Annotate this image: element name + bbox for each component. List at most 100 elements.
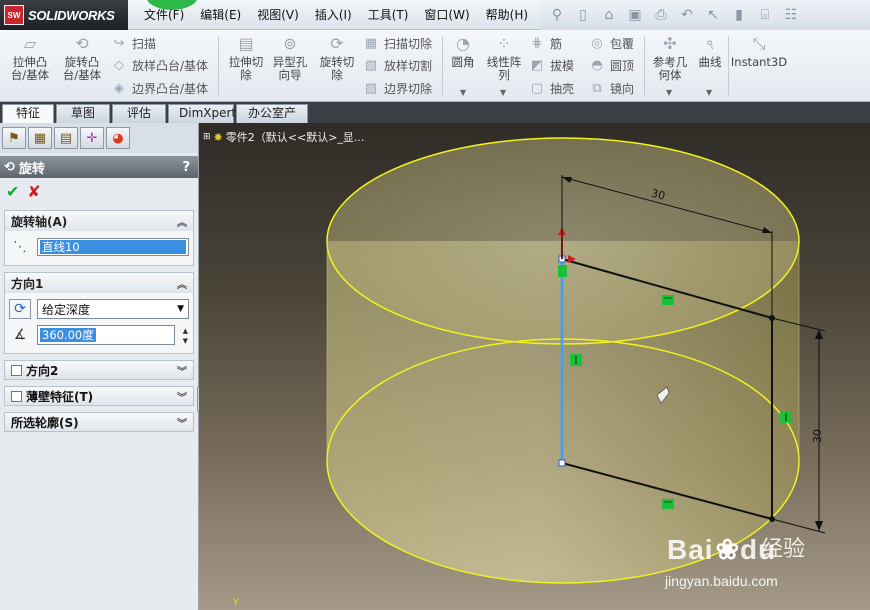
extrude-boss-icon: ▱ [23,34,37,53]
axis-selection-value: 直线10 [40,240,186,254]
menu-help[interactable]: 帮助(H) [478,0,536,30]
open-file-icon[interactable]: ⌂ [598,5,620,25]
axis-group-title: 旋转轴(A) [11,214,68,229]
loft-cut-label: 放样切割 [384,58,433,73]
undo-icon[interactable]: ↶ [676,5,698,25]
display-manager-tab-icon[interactable]: ◕ [106,127,130,149]
revolve-type-select[interactable]: 给定深度 ▼ [37,299,189,319]
mirror-button[interactable]: ⧉ 镜向 [588,78,634,98]
chevron-up-icon[interactable]: ︽ [177,276,187,291]
angle-input[interactable]: 360.00度 ▲ ▼ [37,325,188,345]
pin-icon[interactable]: ⚲ [546,5,568,25]
boundary-cut-button[interactable]: ▨ 边界切除 [362,78,432,98]
thin-feature-title: 薄壁特征(T) [26,389,94,404]
draft-icon: ◩ [530,57,544,73]
cancel-x-icon[interactable]: ✘ [27,182,40,201]
solidworks-logo[interactable]: SW SOLIDWORKS [0,0,128,30]
tab-dimxpert[interactable]: DimXpert [168,104,236,123]
menu-window[interactable]: 窗口(W) [416,0,477,30]
chevron-down-icon[interactable]: ︾ [177,363,187,378]
direction1-header[interactable]: 方向1 ︽ [5,273,193,293]
rib-button[interactable]: ⋕ 筋 [528,33,562,53]
wrap-icon: ◎ [591,35,603,51]
revolve-boss-button[interactable]: ⟲ 旋转凸 台/基体 [56,34,108,82]
revolve-cut-button[interactable]: ⟳ 旋转切 除 [311,34,363,82]
loft-cut-icon: ▧ [364,57,378,73]
chevron-up-icon[interactable]: ︽ [177,214,187,229]
standard-toolbar: ⚲ ▯ ⌂ ▣ ⎙ ↶ ↖ ▮ ⌺ ☷ [540,0,870,30]
revolve-feature-icon: ⟲ [4,159,15,175]
print-icon[interactable]: ⎙ [650,5,672,25]
sweep-cut-button[interactable]: ▦ 扫描切除 [362,33,432,53]
direction2-checkbox[interactable] [11,364,22,376]
tab-evaluate[interactable]: 评估 [112,104,166,123]
linear-pattern-button[interactable]: ⁘ 线性阵 列 [478,34,530,82]
tab-sketch[interactable]: 草图 [56,104,110,123]
baidu-watermark-text: 经验 [761,537,806,562]
chevron-down-icon[interactable]: ▼ [666,88,672,97]
options-icon[interactable]: ☷ [780,5,802,25]
dome-button[interactable]: ◓ 圆顶 [588,55,634,75]
loft-button[interactable]: ◇ 放样凸台/基体 [110,55,208,75]
file-properties-icon[interactable]: ⌺ [754,5,776,25]
shell-button[interactable]: ▢ 抽壳 [528,78,574,98]
dimxpert-manager-tab-icon[interactable]: ✛ [80,127,104,149]
ok-check-icon[interactable]: ✔ [6,182,19,201]
tab-office-products[interactable]: 办公室产品 [236,104,308,137]
menu-tools[interactable]: 工具(T) [360,0,417,30]
vertical-relation-icon [558,265,567,277]
boundary-boss-button[interactable]: ◈ 边界凸台/基体 [110,78,208,98]
chevron-down-icon[interactable]: ▼ [706,88,712,97]
extrude-boss-button[interactable]: ▱ 拉伸凸 台/基体 [4,34,56,82]
new-document-icon[interactable]: ▯ [572,5,594,25]
thin-feature-checkbox[interactable] [11,390,22,402]
fillet-label: 圆角 [451,55,475,69]
configuration-manager-tab-icon[interactable]: ▤ [54,127,78,149]
menu-insert[interactable]: 插入(I) [307,0,360,30]
thin-feature-group[interactable]: 薄壁特征(T) ︾ [4,386,194,406]
menu-edit[interactable]: 编辑(E) [192,0,249,30]
menu-view[interactable]: 视图(V) [249,0,307,30]
feature-manager-tab-icon[interactable]: ⚑ [2,127,26,149]
extrude-cut-label: 拉伸切 除 [228,55,264,82]
reference-geometry-icon: ✣ [663,34,677,53]
selected-contours-group[interactable]: 所选轮廓(S) ︾ [4,412,194,432]
ok-cancel-bar: ✔ ✘ [0,178,198,204]
draft-button[interactable]: ◩ 拔模 [528,55,574,75]
rebuild-icon[interactable]: ▮ [728,5,750,25]
revolve-boss-label: 旋转凸 台/基体 [62,55,102,82]
curves-icon: ঀ [706,34,714,53]
save-icon[interactable]: ▣ [624,5,646,25]
chevron-down-icon[interactable]: ︾ [177,415,187,430]
loft-cut-button[interactable]: ▧ 放样切割 [362,55,432,75]
direction1-title: 方向1 [11,276,44,291]
axis-line-icon: ⋱ [13,239,27,255]
hole-wizard-button[interactable]: ⊚ 异型孔 向导 [264,34,316,82]
dome-label: 圆顶 [610,58,635,73]
menubar: SW SOLIDWORKS 文件(F) 编辑(E) 视图(V) 插入(I) 工具… [0,0,870,30]
instant3d-button[interactable]: ⤡ Instant3D [730,34,788,69]
select-arrow-icon[interactable]: ↖ [702,5,724,25]
chevron-down-icon[interactable]: ︾ [177,389,187,404]
shell-label: 抽壳 [550,81,575,96]
linear-pattern-label: 线性阵 列 [486,55,522,82]
chevron-down-icon[interactable]: ▼ [500,88,506,97]
angle-spinner-icon[interactable]: ▲ ▼ [183,326,188,346]
menu-file[interactable]: 文件(F) [136,0,192,30]
tab-features[interactable]: 特征 [2,104,54,123]
boundary-cut-label: 边界切除 [384,81,433,96]
property-manager-tab-icon[interactable]: ▦ [28,127,52,149]
direction2-group[interactable]: 方向2 ︾ [4,360,194,380]
wrap-button[interactable]: ◎ 包覆 [588,33,634,53]
revolve-cut-label: 旋转切 除 [319,55,355,82]
direction2-title: 方向2 [26,363,59,378]
help-button[interactable]: ? [182,160,190,175]
graphics-area[interactable]: ⊞ ✸ 零件2（默认<<默认>_显... ⊕ ⊙ ⟲ ◧ ⌑ ◼ ◌ ● [199,123,870,610]
mirror-label: 镜向 [610,81,635,96]
reverse-direction-icon[interactable]: ⟳ [9,299,31,319]
sweep-button[interactable]: ↪ 扫描 [110,33,156,53]
chevron-down-icon[interactable]: ▼ [460,88,466,97]
sweep-cut-label: 扫描切除 [384,36,433,51]
axis-selection-box[interactable]: 直线10 [37,238,189,256]
axis-group-header[interactable]: 旋转轴(A) ︽ [5,211,193,231]
